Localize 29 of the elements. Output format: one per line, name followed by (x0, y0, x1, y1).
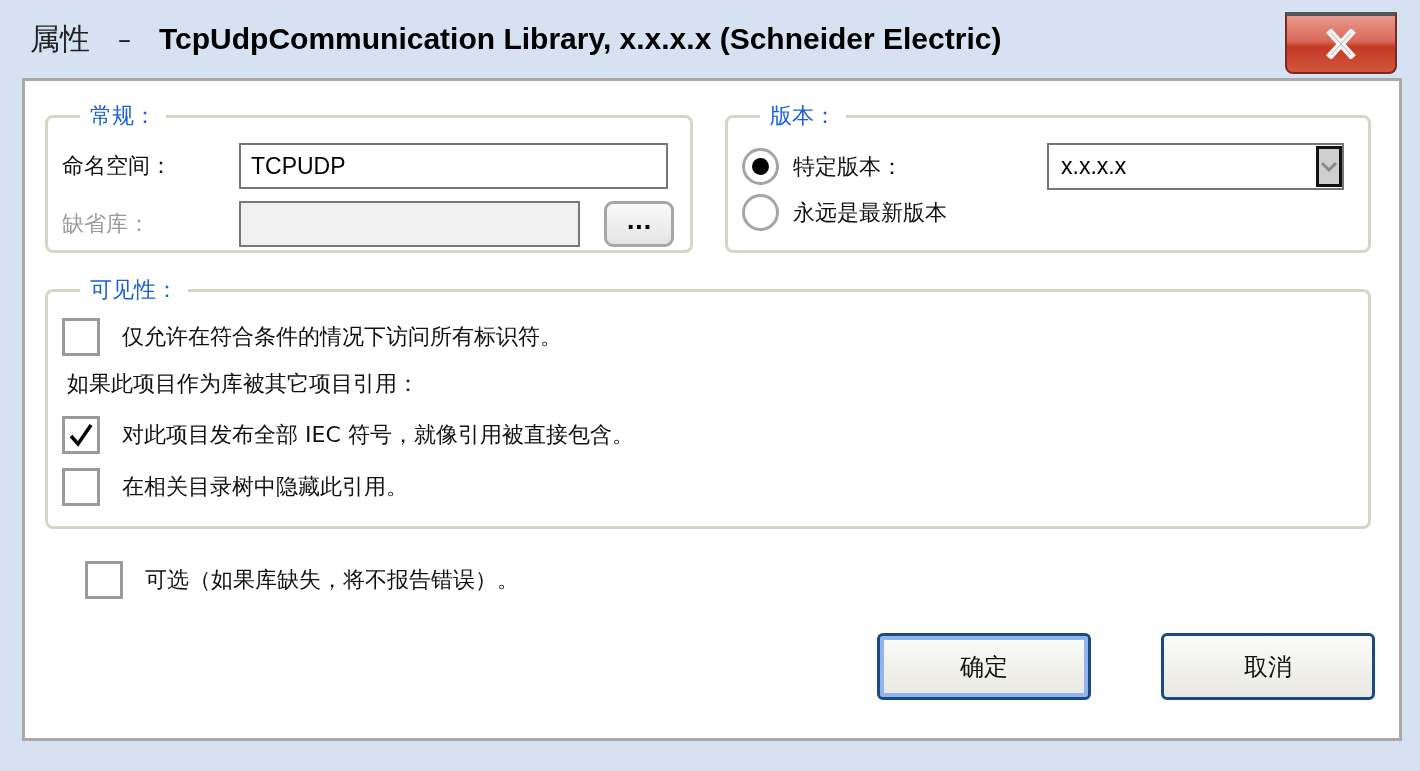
version-dropdown[interactable]: x.x.x.x (1047, 143, 1344, 190)
input-field[interactable]: TCPUDP (239, 143, 668, 189)
checkbox-label: 仅允许在符合条件的情况下访问所有标识符。 (122, 323, 562, 351)
title-separator: – (118, 24, 131, 54)
dialog-button[interactable]: 取消 (1161, 633, 1375, 700)
dropdown-value: x.x.x.x (1061, 153, 1128, 180)
radio-button[interactable] (742, 148, 779, 185)
window-title-prefix: 属性 (30, 19, 90, 58)
dialog-button[interactable]: 确定 (877, 633, 1091, 700)
checkbox-label: 在相关目录树中隐藏此引用。 (122, 473, 408, 501)
window-title: TcpUdpCommunication Library, x.x.x.x (Schneider Electric) (159, 22, 1002, 56)
group-legend: 可见性： (80, 275, 188, 305)
close-icon (1326, 29, 1356, 59)
checkbox[interactable] (85, 561, 123, 599)
radio-label: 特定版本： (793, 152, 903, 181)
field-label: 缺省库： (62, 210, 151, 238)
radio-button[interactable] (742, 194, 779, 231)
close-button[interactable] (1285, 12, 1397, 74)
radio-label: 永远是最新版本 (793, 198, 947, 227)
section-note: 如果此项目作为库被其它项目引用： (67, 370, 420, 398)
checkbox-label: 可选（如果库缺失，将不报告错误）。 (145, 566, 519, 594)
group-legend: 版本： (760, 101, 846, 131)
checkbox[interactable] (62, 468, 100, 506)
checkbox[interactable] (62, 318, 100, 356)
checkmark-icon (68, 422, 94, 448)
checkbox[interactable] (62, 416, 100, 454)
checkbox-label: 对此项目发布全部 IEC 符号，就像引用被直接包含。 (122, 421, 634, 449)
field-label: 命名空间： (62, 152, 173, 180)
group-legend: 常规： (80, 101, 166, 131)
